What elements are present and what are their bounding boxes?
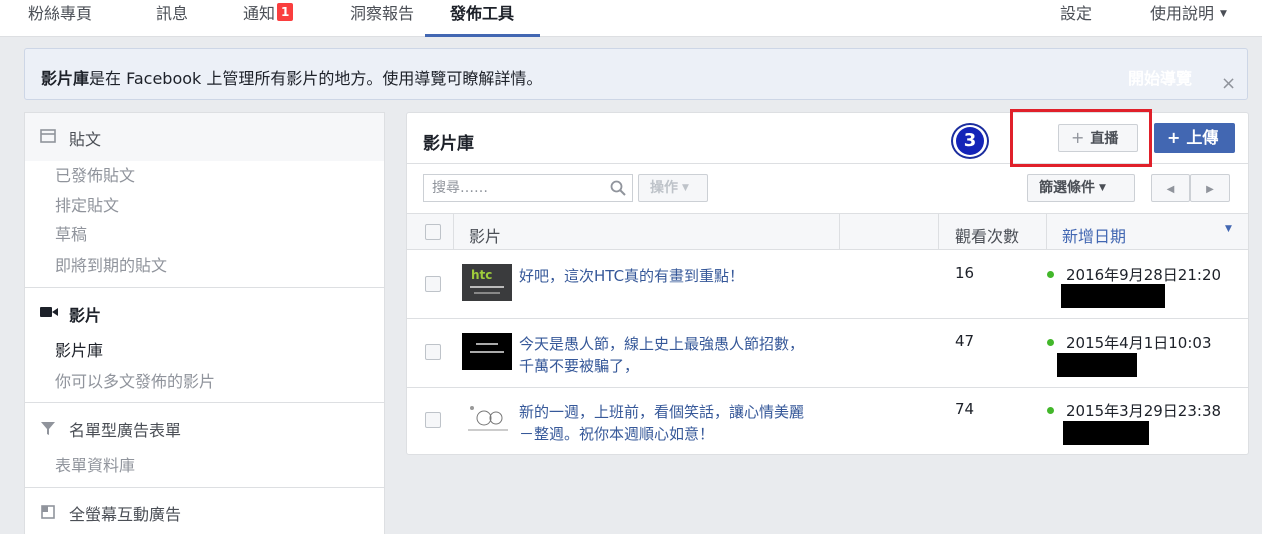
- redacted-block: [1061, 284, 1165, 308]
- banner-message: 影片庫是在 Facebook 上管理所有影片的地方。使用導覽可瞭解詳情。: [41, 65, 542, 89]
- caret-down-icon: ▼: [682, 183, 689, 193]
- column-divider: [453, 214, 454, 249]
- sidebar-posts-label: 貼文: [69, 130, 102, 149]
- column-divider: [938, 214, 939, 249]
- step-number: 3: [956, 127, 984, 155]
- view-count: 47: [955, 332, 975, 350]
- sidebar-divider: [25, 402, 384, 403]
- status-dot: [1047, 339, 1054, 346]
- sidebar-divider: [25, 487, 384, 488]
- column-header-views[interactable]: 觀看次數: [955, 223, 1019, 247]
- row-checkbox[interactable]: [425, 344, 441, 360]
- row-checkbox[interactable]: [425, 412, 441, 428]
- page-tab-bar: 粉絲專頁 訊息 通知 1 洞察報告 發佈工具 設定 使用說明 ▼: [0, 0, 1262, 37]
- chevron-right-icon: ▶: [1206, 184, 1214, 195]
- tab-insights[interactable]: 洞察報告: [350, 0, 414, 37]
- tab-page[interactable]: 粉絲專頁: [28, 0, 92, 37]
- sidebar-item-crosspost-videos[interactable]: 你可以多文發佈的影片: [55, 368, 215, 392]
- filter-dropdown[interactable]: 篩選條件 ▼: [1027, 174, 1135, 202]
- status-dot: [1047, 271, 1054, 278]
- row-checkbox[interactable]: [425, 276, 441, 292]
- column-header-video[interactable]: 影片: [469, 223, 501, 247]
- close-icon[interactable]: ×: [1221, 75, 1236, 93]
- column-divider: [839, 214, 840, 249]
- view-count: 16: [955, 264, 975, 282]
- tab-messages[interactable]: 訊息: [156, 0, 188, 37]
- page-title: 影片庫: [423, 134, 474, 154]
- sidebar-section-posts[interactable]: 貼文: [25, 113, 384, 161]
- next-page-button[interactable]: ▶: [1190, 174, 1230, 202]
- filter-label: 篩選條件: [1039, 180, 1095, 196]
- sidebar-item-forms-library[interactable]: 表單資料庫: [55, 452, 135, 476]
- video-thumbnail[interactable]: htc: [462, 264, 512, 301]
- redacted-block: [1063, 421, 1149, 445]
- video-title-link[interactable]: 好吧，這次HTC真的有畫到重點！: [519, 265, 809, 287]
- date-added: 2015年3月29日23:38: [1066, 402, 1222, 420]
- video-thumbnail[interactable]: [462, 333, 512, 370]
- redacted-block: [1057, 353, 1137, 377]
- table-row[interactable]: 今天是愚人節，線上史上最強愚人節招數，千萬不要被騙了， 47 2015年4月1日…: [407, 319, 1248, 387]
- tab-help-label: 使用說明: [1150, 4, 1215, 23]
- table-row[interactable]: 新的一週，上班前，看個笑話，讓心情美麗－整週。祝你本週順心如意！ 74 2015…: [407, 388, 1248, 454]
- upload-button-label: 上傳: [1186, 128, 1219, 147]
- filter-funnel-icon: [41, 422, 55, 435]
- start-tour-link[interactable]: 開始導覽: [1128, 65, 1192, 89]
- column-header-date-added[interactable]: 新增日期: [1062, 223, 1126, 247]
- sidebar-item-scheduled-posts[interactable]: 排定貼文: [55, 192, 119, 216]
- sidebar-divider: [25, 287, 384, 288]
- caret-down-icon: ▼: [1099, 183, 1106, 193]
- post-icon: [40, 129, 56, 143]
- column-divider: [1046, 214, 1047, 249]
- date-added: 2016年9月28日21:20: [1066, 266, 1222, 284]
- sidebar-item-published-posts[interactable]: 已發佈貼文: [55, 162, 135, 186]
- sidebar-section-canvas[interactable]: 全螢幕互動廣告: [69, 501, 181, 525]
- step-number-badge: 3: [951, 123, 989, 159]
- banner-bold-text: 影片庫: [41, 69, 90, 88]
- info-banner: 影片庫是在 Facebook 上管理所有影片的地方。使用導覽可瞭解詳情。 開始導…: [24, 48, 1248, 100]
- prev-page-button[interactable]: ◀: [1151, 174, 1190, 202]
- chevron-left-icon: ◀: [1166, 184, 1175, 195]
- tab-notifications[interactable]: 通知 1: [243, 0, 294, 37]
- sidebar-item-video-library[interactable]: 影片庫: [55, 337, 103, 361]
- status-dot: [1047, 407, 1054, 414]
- search-box[interactable]: [423, 174, 633, 202]
- video-title-link[interactable]: 新的一週，上班前，看個笑話，讓心情美麗－整週。祝你本週順心如意！: [519, 401, 809, 445]
- tab-publishing-tools[interactable]: 發佈工具: [425, 0, 541, 37]
- upload-button[interactable]: + 上傳: [1154, 123, 1235, 153]
- notification-badge: 1: [277, 3, 294, 21]
- video-title-link[interactable]: 今天是愚人節，線上史上最強愚人節招數，千萬不要被騙了，: [519, 333, 809, 377]
- sort-caret-icon[interactable]: ▼: [1225, 224, 1232, 234]
- sidebar-item-drafts[interactable]: 草稿: [55, 221, 87, 245]
- banner-text: 是在 Facebook 上管理所有影片的地方。使用導覽可瞭解詳情。: [89, 69, 543, 88]
- canvas-icon: [41, 505, 55, 519]
- search-input[interactable]: [424, 175, 594, 201]
- highlight-box: [1010, 109, 1152, 167]
- date-added: 2015年4月1日10:03: [1066, 334, 1212, 352]
- tab-help[interactable]: 使用說明 ▼: [1150, 0, 1227, 37]
- sidebar-item-expiring-posts[interactable]: 即將到期的貼文: [55, 252, 167, 276]
- actions-label: 操作: [650, 180, 678, 196]
- tab-settings[interactable]: 設定: [1060, 0, 1092, 37]
- plus-icon: +: [1167, 128, 1181, 147]
- table-row[interactable]: htc 好吧，這次HTC真的有畫到重點！ 16 2016年9月28日21:20: [407, 250, 1248, 318]
- video-camera-icon: [40, 307, 58, 317]
- sidebar: 貼文 已發佈貼文 排定貼文 草稿 即將到期的貼文 影片 影片庫 你可以多文發佈的…: [24, 112, 385, 534]
- sidebar-section-videos[interactable]: 影片: [69, 302, 101, 326]
- sheep-drawing-icon: [468, 406, 508, 431]
- caret-down-icon: ▼: [1220, 9, 1227, 19]
- video-thumbnail[interactable]: [462, 400, 512, 437]
- actions-dropdown[interactable]: 操作 ▼: [638, 174, 708, 202]
- search-icon[interactable]: [610, 180, 626, 196]
- tab-notifications-label: 通知: [243, 4, 276, 23]
- sidebar-section-lead-ads[interactable]: 名單型廣告表單: [69, 417, 181, 441]
- view-count: 74: [955, 400, 975, 418]
- select-all-checkbox[interactable]: [425, 224, 441, 240]
